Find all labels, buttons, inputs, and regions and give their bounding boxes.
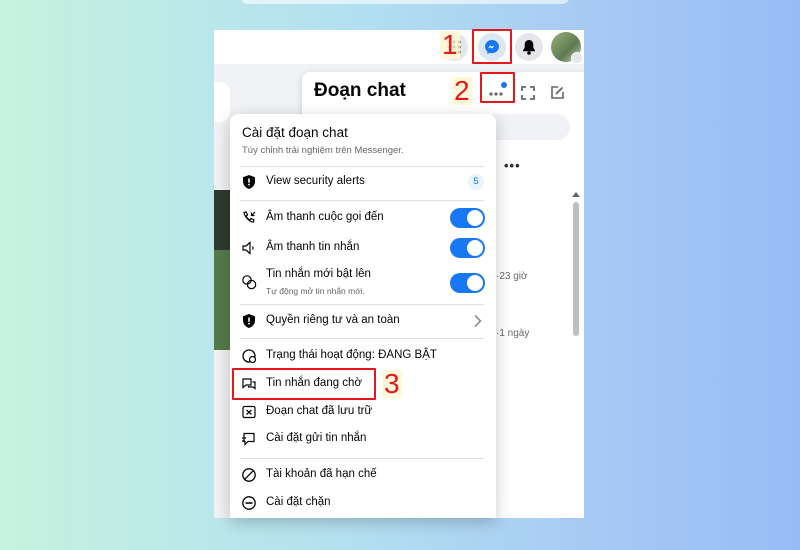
delivery-settings-icon: [242, 432, 255, 446]
item-label: View security alerts: [266, 175, 365, 187]
step-2-label: 2: [452, 75, 472, 106]
restricted-accounts-item[interactable]: Tài khoản đã hạn chế: [230, 463, 496, 489]
archive-icon: [242, 405, 256, 419]
call-sounds-toggle[interactable]: [450, 208, 485, 228]
speaker-icon: [242, 241, 254, 255]
highlight-box-message-requests: [232, 368, 376, 400]
bell-icon: [523, 40, 535, 55]
item-label: Quyền riêng tư và an toàn: [266, 314, 400, 326]
chat-bubbles-icon: [242, 275, 257, 290]
item-label: Trạng thái hoạt động: ĐANG BẬT: [266, 349, 437, 361]
message-sounds-item[interactable]: Âm thanh tin nhắn: [230, 236, 496, 262]
divider: [240, 338, 484, 339]
background-card-edge: [240, 0, 570, 4]
divider: [240, 458, 484, 459]
highlight-box-messenger: [472, 29, 512, 64]
restricted-icon: [242, 468, 256, 482]
item-label: Cài đặt gửi tin nhắn: [266, 432, 367, 444]
scrollbar[interactable]: [572, 192, 580, 512]
view-security-alerts-item[interactable]: View security alerts 5: [230, 170, 496, 196]
popup-messages-item[interactable]: Tin nhắn mới bật lên Tự động mở tin nhắn…: [230, 266, 496, 302]
conversation-time: ·23 giờ: [496, 271, 528, 282]
step-3-label: 3: [382, 368, 402, 399]
conversation-time: ·1 ngày: [496, 328, 530, 339]
privacy-safety-item[interactable]: Quyền riêng tư và an toàn: [230, 309, 496, 335]
message-delivery-settings-item[interactable]: Cài đặt gửi tin nhắn: [230, 427, 496, 453]
compose-icon[interactable]: [549, 85, 565, 101]
popup-messages-toggle[interactable]: [450, 273, 485, 293]
scrollbar-thumb[interactable]: [573, 202, 579, 336]
active-status-item[interactable]: Trạng thái hoạt động: ĐANG BẬT: [230, 344, 496, 370]
divider: [240, 200, 484, 201]
settings-title: Cài đặt đoạn chat: [242, 125, 348, 140]
item-label: Tài khoản đã hạn chế: [266, 468, 377, 480]
blocking-settings-item[interactable]: Cài đặt chặn: [230, 491, 496, 517]
more-options-icon[interactable]: •••: [504, 158, 521, 173]
item-label: Cài đặt chặn: [266, 496, 331, 508]
feed-image-edge: [214, 190, 230, 350]
block-icon: [242, 496, 256, 510]
chat-settings-menu: Cài đặt đoạn chat Tùy chỉnh trải nghiệm …: [230, 114, 496, 518]
scroll-up-icon[interactable]: [572, 192, 580, 197]
shield-icon: [243, 314, 255, 328]
item-label: Âm thanh tin nhắn: [266, 241, 360, 253]
chevron-right-icon: [474, 314, 482, 328]
chats-title: Đoạn chat: [314, 80, 406, 101]
highlight-box-more-options: [480, 72, 515, 103]
feed-card-edge: [214, 82, 230, 122]
phone-incoming-icon: [243, 211, 256, 223]
archived-chats-item[interactable]: Đoạn chat đã lưu trữ: [230, 400, 496, 426]
item-sublabel: Tự động mở tin nhắn mới.: [266, 286, 366, 296]
chevron-down-icon: [571, 52, 583, 64]
alert-count-badge: 5: [468, 174, 484, 190]
divider: [240, 166, 484, 167]
step-1-label: 1: [440, 29, 460, 60]
message-sounds-toggle[interactable]: [450, 238, 485, 258]
divider: [240, 304, 484, 305]
shield-icon: [243, 175, 255, 189]
settings-subtitle: Tùy chỉnh trải nghiệm trên Messenger.: [242, 145, 404, 156]
item-label: Tin nhắn mới bật lên: [266, 268, 371, 280]
item-label: Đoạn chat đã lưu trữ: [266, 405, 373, 417]
item-label: Âm thanh cuộc gọi đến: [266, 211, 384, 223]
expand-icon[interactable]: [520, 85, 536, 101]
top-navigation-bar: [214, 30, 584, 64]
active-status-icon: [242, 349, 257, 364]
incoming-call-sounds-item[interactable]: Âm thanh cuộc gọi đến: [230, 206, 496, 232]
profile-avatar[interactable]: [551, 32, 583, 64]
notifications-button[interactable]: [515, 33, 543, 61]
